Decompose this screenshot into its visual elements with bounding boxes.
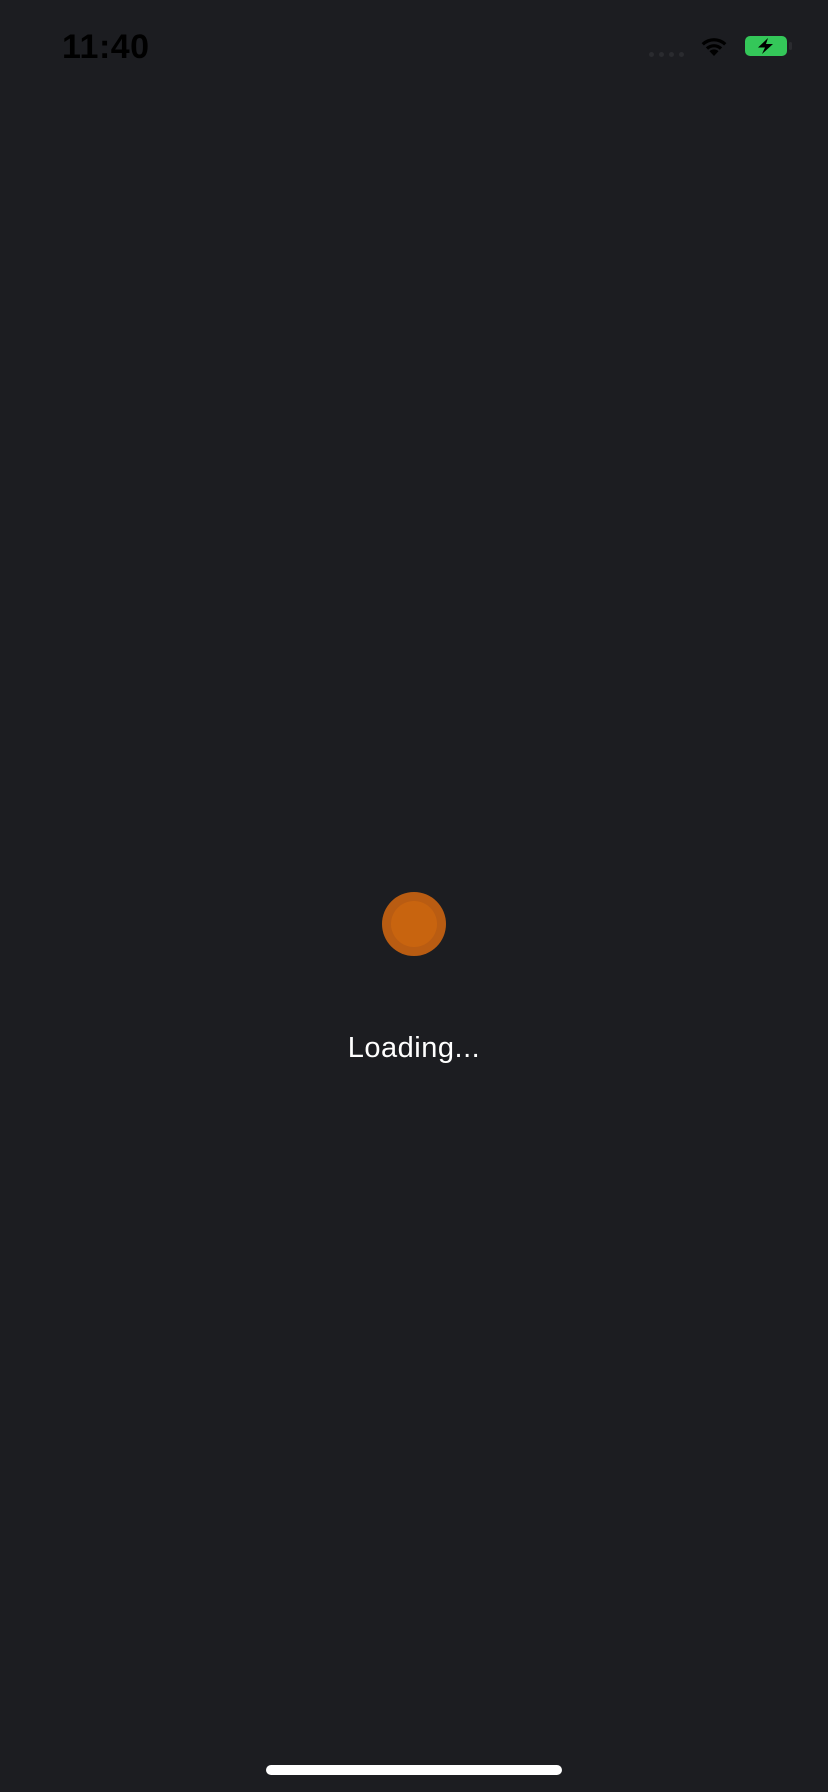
loading-text: Loading... [347, 1032, 481, 1064]
status-icons [649, 34, 794, 58]
status-bar: 11:40 [0, 0, 828, 100]
battery-charging-icon [745, 36, 792, 56]
home-indicator[interactable] [266, 1765, 562, 1775]
cellular-signal-icon [649, 35, 684, 57]
loading-spinner-icon [382, 892, 446, 956]
wifi-icon [701, 38, 727, 56]
status-time: 11:40 [62, 28, 150, 66]
loading-screen: 11:40 Loading... [0, 0, 828, 1792]
spinner-core [391, 901, 437, 947]
loader: Loading... [0, 892, 828, 1065]
